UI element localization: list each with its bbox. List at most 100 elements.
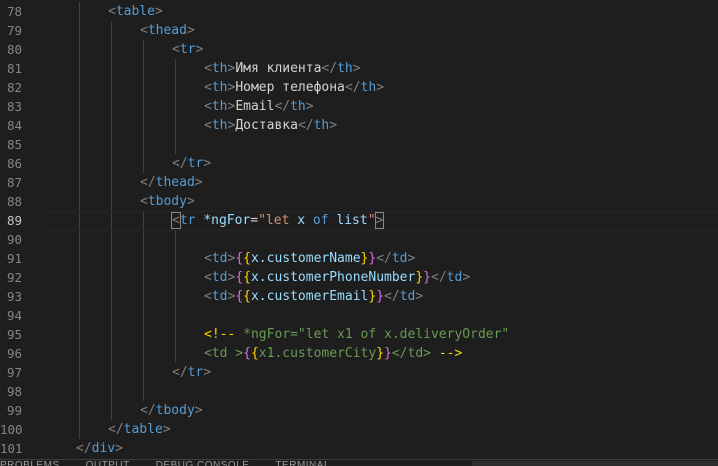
code-text[interactable]: <td>{{x.customerEmail}}</td> — [204, 287, 423, 306]
code-token: Email — [235, 99, 275, 114]
code-line-89[interactable]: 89 <tr *ngFor="let x of list"> — [0, 211, 718, 231]
code-line-88[interactable]: 88 <tbody> — [0, 192, 718, 211]
code-token: > — [194, 175, 203, 190]
code-line-81[interactable]: 81 <th>Имя клиента</th> — [0, 59, 718, 78]
code-token: > — [374, 212, 385, 229]
code-token: td — [211, 270, 228, 285]
code-line-95[interactable]: 95 <!-- *ngFor="let x1 of x.deliveryOrder… — [0, 325, 718, 344]
code-text[interactable]: <td >{{x1.customerCity}}</td> --> — [204, 344, 462, 363]
code-line-82[interactable]: 82 <th>Номер телефона</th> — [0, 78, 718, 97]
code-token: < — [204, 80, 212, 95]
code-line-92[interactable]: 92 <td>{{x.customerPhoneNumber}}</td> — [0, 268, 718, 287]
code-line-99[interactable]: 99 </tbody> — [0, 401, 718, 420]
code-text[interactable]: <thead> — [140, 21, 195, 40]
line-number: 86 — [6, 156, 22, 171]
code-token: x — [297, 213, 306, 228]
code-text[interactable]: </table> — [108, 420, 171, 439]
code-token: > — [352, 61, 361, 76]
code-line-93[interactable]: 93 <td>{{x.customerEmail}}</td> — [0, 287, 718, 306]
line-number: 84 — [6, 118, 22, 133]
code-token: < — [204, 270, 212, 285]
code-token: "let — [258, 213, 298, 228]
code-token: thead — [155, 175, 195, 190]
code-token: th — [360, 80, 377, 95]
code-token: < — [171, 212, 181, 229]
code-token: < — [108, 4, 116, 19]
code-token: <!-- — [204, 327, 244, 342]
code-text[interactable]: </tr> — [172, 363, 211, 382]
code-text[interactable]: <th>Имя клиента</th> — [204, 59, 361, 78]
code-text[interactable]: </tbody> — [140, 401, 203, 420]
code-token: td — [211, 289, 228, 304]
code-token: { — [243, 289, 251, 304]
code-text[interactable]: <th>Доставка</th> — [204, 116, 337, 135]
code-line-100[interactable]: 100 </table> — [0, 420, 718, 439]
panel-tab-output[interactable]: OUTPUT — [86, 460, 130, 466]
code-text[interactable]: <tbody> — [140, 192, 195, 211]
panel-tab-problems[interactable]: PROBLEMS — [0, 460, 60, 466]
code-line-97[interactable]: 97 </tr> — [0, 363, 718, 382]
code-line-101[interactable]: 101 </div> — [0, 439, 718, 458]
code-token: > — [203, 156, 212, 171]
code-token: { — [243, 251, 251, 266]
code-token: > — [115, 441, 123, 456]
code-text[interactable]: <th>Номер телефона</th> — [204, 78, 384, 97]
code-token: > — [407, 251, 416, 266]
code-text[interactable]: <td>{{x.customerPhoneNumber}}</td> — [204, 268, 470, 287]
code-line-90[interactable]: 90 — [0, 230, 718, 249]
code-line-84[interactable]: 84 <th>Доставка</th> — [0, 116, 718, 135]
code-text[interactable]: <th>Email</th> — [204, 97, 314, 116]
line-number: 78 — [6, 4, 22, 19]
code-line-87[interactable]: 87 </thead> — [0, 173, 718, 192]
code-text[interactable]: </thead> — [140, 173, 203, 192]
panel-tab-debug-console[interactable]: DEBUG CONSOLE — [156, 460, 250, 466]
code-token: td — [399, 289, 416, 304]
code-token: } — [415, 270, 424, 285]
panel-tab-terminal[interactable]: TERMINAL — [275, 460, 330, 466]
code-line-94[interactable]: 94 — [0, 306, 718, 325]
code-text[interactable]: <tr *ngFor="let x of list"> — [171, 211, 385, 230]
code-editor[interactable]: 78 <table> 79 <thead> 80 <tr> 81 <th>Имя клиент… — [0, 0, 718, 466]
code-token: </td> — [391, 346, 439, 361]
code-line-98[interactable]: 98 — [0, 382, 718, 401]
code-line-96[interactable]: 96 <td >{{x1.customerCity}}</td> --> — [0, 344, 718, 363]
code-line-91[interactable]: 91 <td>{{x.customerName}}</td> — [0, 249, 718, 268]
code-token: < — [204, 61, 212, 76]
code-token: list — [336, 213, 368, 228]
line-number: 94 — [6, 308, 22, 323]
line-number: 87 — [6, 175, 22, 190]
line-number: 100 — [0, 422, 23, 437]
code-token: th — [211, 80, 228, 95]
code-token: *ngFor="let x1 of x.deliveryOrder" — [243, 327, 510, 342]
code-text[interactable]: <tr> — [172, 40, 203, 59]
line-number: 93 — [6, 289, 22, 304]
code-token: </ — [274, 99, 291, 114]
code-token: > — [415, 289, 424, 304]
code-line-85[interactable]: 85 — [0, 135, 718, 154]
code-line-86[interactable]: 86 </tr> — [0, 154, 718, 173]
code-text[interactable]: <td>{{x.customerName}}</td> — [204, 249, 415, 268]
code-text[interactable]: <!-- *ngFor="let x1 of x.deliveryOrder" — [204, 325, 509, 344]
code-token: < — [140, 194, 148, 209]
code-token: " — [367, 213, 376, 228]
code-text[interactable]: <table> — [108, 2, 163, 21]
code-line-78[interactable]: 78 <table> — [0, 2, 718, 21]
code-token: > — [195, 42, 204, 57]
code-token: < — [140, 23, 148, 38]
code-text[interactable]: </tr> — [172, 154, 211, 173]
code-token: </ — [297, 118, 314, 133]
code-token: > — [203, 365, 212, 380]
code-token: Доставка — [235, 118, 298, 133]
code-text[interactable]: </div> — [76, 439, 123, 458]
code-token: } — [384, 346, 392, 361]
code-token: </ — [384, 289, 400, 304]
code-token: x1.customerCity — [258, 346, 377, 361]
code-token: table — [115, 4, 155, 19]
code-line-80[interactable]: 80 <tr> — [0, 40, 718, 59]
code-token: of — [305, 213, 337, 228]
code-token: > — [154, 4, 163, 19]
code-token: < — [204, 118, 212, 133]
code-token: { — [235, 251, 244, 266]
code-line-79[interactable]: 79 <thead> — [0, 21, 718, 40]
code-line-83[interactable]: 83 <th>Email</th> — [0, 97, 718, 116]
